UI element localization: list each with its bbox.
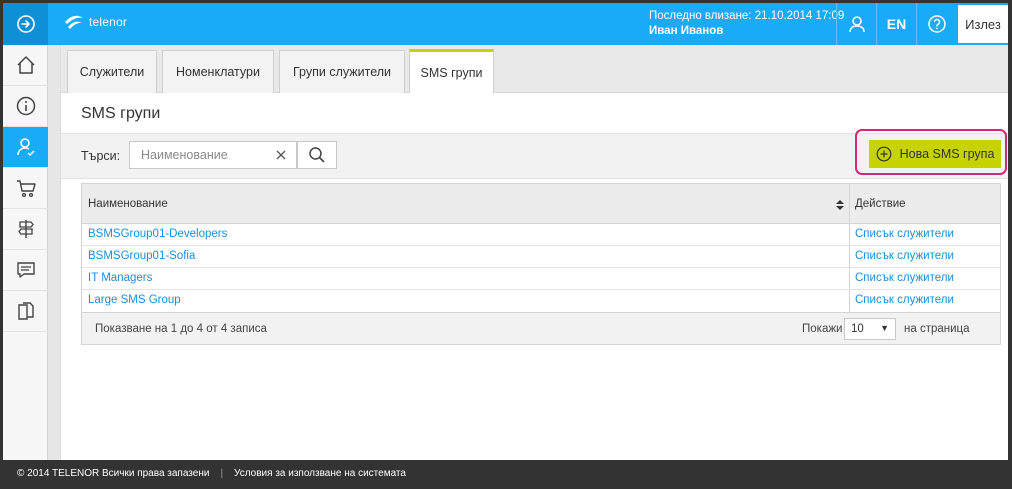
- sidebar-item-employees[interactable]: [3, 127, 48, 168]
- main-content: Служители Номенклатури Групи служители S…: [60, 45, 1008, 460]
- telenor-mark-icon: [65, 15, 83, 29]
- employee-list-link[interactable]: Списък служители: [855, 272, 954, 284]
- sidebar-item-shop[interactable]: [3, 168, 48, 209]
- group-name-link[interactable]: BSMSGroup01-Developers: [88, 228, 227, 240]
- page-size-select[interactable]: 10 ▼: [844, 318, 896, 340]
- user-check-icon: [16, 138, 35, 157]
- plus-circle-icon: [876, 146, 891, 162]
- employee-list-link[interactable]: Списък служители: [855, 250, 954, 262]
- column-header-name[interactable]: Наименование: [88, 184, 848, 224]
- sidebar-item-directions[interactable]: [3, 209, 48, 250]
- sidebar-item-info[interactable]: [3, 86, 48, 127]
- app-frame: telenor Последно влизане: 21.10.2014 17:…: [3, 3, 1008, 486]
- close-icon: [276, 150, 286, 160]
- copyright-text: © 2014 TELENOR Всички права запазени: [17, 467, 210, 479]
- documents-icon: [17, 302, 34, 320]
- telenor-logo[interactable]: telenor: [63, 13, 127, 31]
- cart-icon: [16, 180, 36, 198]
- tab-nomenclatures[interactable]: Номенклатури: [162, 50, 274, 93]
- tab-sms-groups[interactable]: SMS групи: [409, 49, 494, 93]
- page-size-label: Покажи: [802, 323, 843, 335]
- records-info: Показване на 1 до 4 от 4 записа: [95, 323, 267, 335]
- table-row: BSMSGroup01-Sofia Списък служители: [82, 246, 1000, 268]
- logo-text: telenor: [89, 15, 128, 29]
- arrow-circle-right-icon: [16, 15, 35, 33]
- search-icon: [309, 147, 325, 163]
- logout-button[interactable]: Излез: [958, 5, 1008, 43]
- group-name-link[interactable]: IT Managers: [88, 272, 152, 284]
- new-sms-group-label: Нова SMS група: [899, 147, 995, 161]
- language-button[interactable]: EN: [876, 3, 916, 45]
- table-row: IT Managers Списък служители: [82, 268, 1000, 290]
- column-header-action: Действие: [855, 198, 906, 210]
- tabs-bar: Служители Номенклатури Групи служители S…: [61, 45, 1008, 93]
- per-page-label: на страница: [904, 323, 970, 335]
- employee-list-link[interactable]: Списък служители: [855, 294, 954, 306]
- page-size-value: 10: [851, 323, 864, 335]
- terms-link[interactable]: Условия за използване на системата: [234, 468, 406, 479]
- profile-button[interactable]: [836, 3, 876, 45]
- search-label: Търси:: [81, 149, 121, 163]
- page-title: SMS групи: [81, 105, 161, 122]
- clear-search-button[interactable]: [275, 149, 287, 164]
- sidebar-item-documents[interactable]: [3, 291, 48, 332]
- sort-icon[interactable]: [835, 199, 845, 211]
- help-button[interactable]: [916, 3, 956, 45]
- user-icon: [848, 16, 865, 33]
- search-button[interactable]: [297, 141, 337, 169]
- top-header: telenor Последно влизане: 21.10.2014 17:…: [3, 3, 1008, 45]
- table-footer: Показване на 1 до 4 от 4 записа Покажи 1…: [82, 312, 1000, 344]
- sidebar-nav: [3, 45, 48, 460]
- last-login-info: Последно влизане: 21.10.2014 17:09 Иван …: [649, 9, 844, 39]
- table-header: Наименование Действие: [82, 184, 1000, 224]
- tab-employees[interactable]: Служители: [67, 50, 157, 93]
- search-input[interactable]: [130, 142, 270, 168]
- sidebar-gutter: [48, 45, 60, 460]
- table-row: Large SMS Group Списък служители: [82, 290, 1000, 312]
- sidebar-item-messages[interactable]: [3, 250, 48, 291]
- chevron-down-icon: ▼: [880, 323, 889, 333]
- new-sms-group-button[interactable]: Нова SMS група: [869, 140, 1001, 168]
- chat-icon: [16, 262, 35, 278]
- menu-toggle-button[interactable]: [3, 3, 48, 45]
- sidebar-item-home[interactable]: [3, 45, 48, 86]
- tab-employee-groups[interactable]: Групи служители: [279, 50, 405, 93]
- user-name: Иван Иванов: [649, 25, 724, 37]
- sms-groups-table: Наименование Действие BSMSGroup01-Develo…: [81, 183, 1001, 345]
- home-icon: [16, 56, 35, 74]
- info-icon: [16, 96, 35, 116]
- search-box: [129, 141, 297, 169]
- group-name-link[interactable]: BSMSGroup01-Sofia: [88, 250, 195, 262]
- group-name-link[interactable]: Large SMS Group: [88, 294, 181, 306]
- employee-list-link[interactable]: Списък служители: [855, 228, 954, 240]
- help-icon: [927, 15, 946, 33]
- footer-separator: |: [220, 467, 224, 479]
- signpost-icon: [17, 220, 34, 238]
- page-footer: © 2014 TELENOR Всички права запазени | У…: [3, 460, 1008, 486]
- last-login-text: Последно влизане: 21.10.2014 17:09: [649, 10, 845, 22]
- table-row: BSMSGroup01-Developers Списък служители: [82, 224, 1000, 246]
